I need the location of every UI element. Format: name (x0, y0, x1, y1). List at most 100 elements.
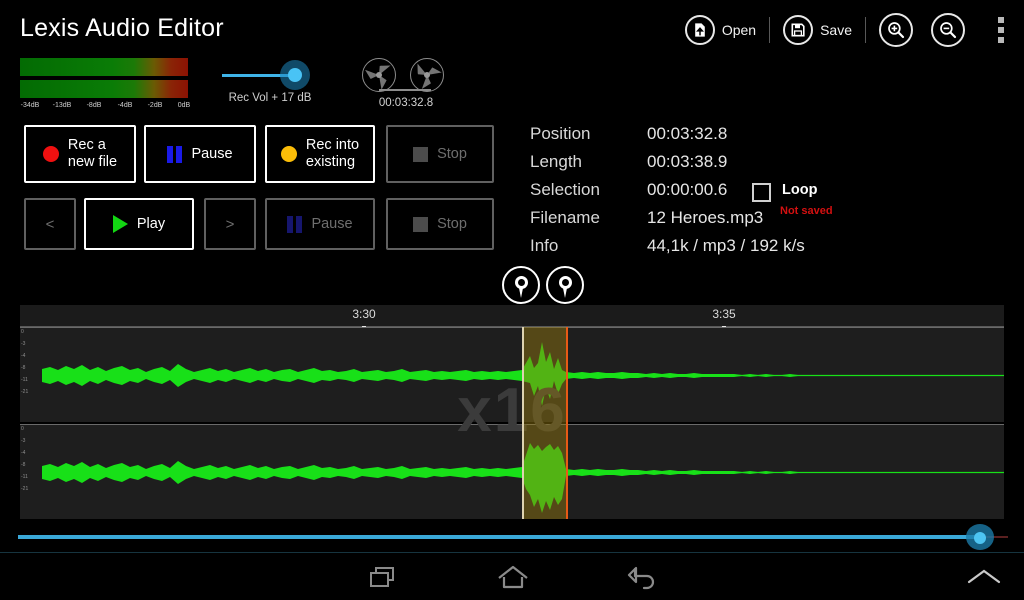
next-arrow-icon: > (225, 215, 235, 233)
rec-pause-label: Pause (191, 145, 233, 162)
kebab-dot-1 (998, 17, 1004, 23)
rec-new-file-button[interactable]: Rec a new file (24, 125, 136, 183)
open-button[interactable]: Open (676, 9, 765, 51)
save-button[interactable]: Save (774, 9, 861, 51)
vu-meter-scale: -34dB -13dB -8dB -4dB -2dB 0dB (20, 102, 191, 114)
info-row-filename: Filename 12 Heroes.mp3 Not saved (530, 205, 950, 236)
db-label-5: -21 (21, 389, 29, 395)
rec-stop-button: Stop (386, 125, 494, 183)
rec-volume-label: Rec Vol + 17 dB (228, 92, 312, 104)
rec-volume-track[interactable] (222, 60, 318, 90)
save-button-label: Save (820, 22, 852, 38)
vu-scale-tick-1: -13dB (52, 102, 72, 109)
zoom-in-button[interactable] (870, 9, 922, 51)
expand-button[interactable] (939, 553, 1024, 600)
app-title: Lexis Audio Editor (20, 14, 224, 42)
info-value: 44,1k / mp3 / 192 k/s (647, 236, 805, 255)
db-label-2: -4 (21, 450, 26, 456)
title-bar: Lexis Audio Editor Open Save (0, 0, 1024, 58)
toolbar-divider-2 (865, 17, 866, 43)
db-label-1: -3 (21, 438, 26, 444)
info-row-position: Position 00:03:32.8 (530, 124, 950, 152)
lexis-audio-editor-window: Lexis Audio Editor Open Save -34dB -13dB… (0, 0, 1024, 600)
back-icon (627, 566, 655, 590)
vu-meter-bar-left (20, 58, 188, 76)
info-row-info: Info 44,1k / mp3 / 192 k/s (530, 236, 950, 264)
db-label-5: -21 (21, 486, 29, 492)
tape-reel-indicator: 00:03:32.8 (358, 58, 454, 109)
zoom-out-button[interactable] (922, 9, 974, 51)
seekbar-thumb[interactable] (974, 532, 986, 544)
rec-new-file-label: Rec a new file (67, 137, 118, 170)
record-dot-amber-icon (280, 146, 297, 162)
toolbar-divider-1 (769, 17, 771, 43)
stop-square-dim-icon (413, 216, 429, 232)
back-button[interactable] (598, 553, 688, 600)
play-stop-label: Stop (437, 215, 467, 232)
rec-pause-button[interactable]: Pause (144, 125, 256, 183)
not-saved-badge: Not saved (780, 205, 833, 217)
rec-stop-label: Stop (437, 145, 467, 162)
save-floppy-icon (783, 15, 814, 45)
play-pause-button: Pause (265, 198, 375, 250)
pause-bars-dim-icon (287, 215, 303, 233)
marker-pin-tail-icon (563, 288, 567, 298)
toolbar-actions: Open Save (676, 8, 1018, 52)
db-scale-left: 0 -3 -4 -8 -11 -21 (20, 328, 42, 422)
info-panel: Position 00:03:32.8 Length 00:03:38.9 Se… (530, 124, 950, 264)
rec-volume-thumb[interactable] (288, 68, 302, 82)
vu-meter: -34dB -13dB -8dB -4dB -2dB 0dB (20, 58, 191, 114)
db-label-4: -11 (21, 474, 28, 480)
step-back-button: < (24, 198, 76, 250)
vu-scale-tick-5: 0dB (177, 102, 191, 109)
android-navigation-bar (0, 552, 1024, 600)
recents-button[interactable] (338, 553, 428, 600)
filename-key: Filename (530, 208, 600, 227)
playback-cursor (566, 327, 568, 519)
home-icon (498, 565, 528, 589)
ruler-tick-label-1: 3:35 (712, 307, 736, 321)
info-key: Info (530, 236, 559, 255)
db-label-3: -8 (21, 462, 26, 468)
horizontal-scroll-seekbar[interactable] (0, 524, 1024, 550)
selection-key: Selection (530, 180, 600, 199)
play-pause-label: Pause (311, 215, 353, 232)
waveform-view[interactable]: 3:30 3:35 x16 0 -3 -4 -8 -11 -21 0 -3 -4… (20, 305, 1004, 521)
play-triangle-green-icon (112, 215, 128, 233)
selection-start-marker[interactable] (502, 266, 540, 304)
vu-scale-tick-3: -4dB (117, 102, 133, 109)
stop-square-icon (413, 146, 429, 162)
length-value: 00:03:38.9 (647, 152, 728, 171)
info-row-length: Length 00:03:38.9 (530, 152, 950, 180)
rec-volume-slider[interactable]: Rec Vol + 17 dB (222, 60, 318, 104)
seekbar-track[interactable] (18, 535, 984, 539)
zoom-level-watermark: x16 (457, 376, 567, 445)
home-button[interactable] (468, 553, 558, 600)
vu-scale-tick-0: -34dB (20, 102, 40, 109)
recents-icon (370, 567, 394, 587)
open-button-label: Open (721, 22, 757, 38)
rec-into-existing-label: Rec into existing (305, 137, 360, 170)
pause-bars-blue-icon (167, 145, 183, 163)
position-key: Position (530, 124, 591, 143)
chevron-up-icon (967, 569, 1001, 584)
kebab-dot-2 (998, 27, 1004, 33)
loop-checkbox[interactable] (752, 183, 771, 202)
rec-into-existing-button[interactable]: Rec into existing (265, 125, 375, 183)
tape-strip (379, 89, 431, 91)
record-dot-red-icon (42, 146, 59, 162)
db-scale-right: 0 -3 -4 -8 -11 -21 (20, 425, 42, 519)
length-key: Length (530, 152, 582, 171)
magnifier-plus-icon (879, 13, 913, 47)
position-value: 00:03:32.8 (647, 124, 728, 143)
reel-right-hub (424, 72, 430, 78)
tape-reel-time: 00:03:32.8 (378, 97, 434, 109)
play-label: Play (136, 215, 166, 232)
db-label-0: 0 (21, 329, 24, 335)
play-button[interactable]: Play (84, 198, 194, 250)
magnifier-minus-icon (931, 13, 965, 47)
timeline-ruler[interactable]: 3:30 3:35 (20, 305, 1004, 333)
vu-scale-tick-2: -8dB (86, 102, 102, 109)
selection-end-marker[interactable] (546, 266, 584, 304)
overflow-menu-button[interactable] (984, 9, 1018, 51)
